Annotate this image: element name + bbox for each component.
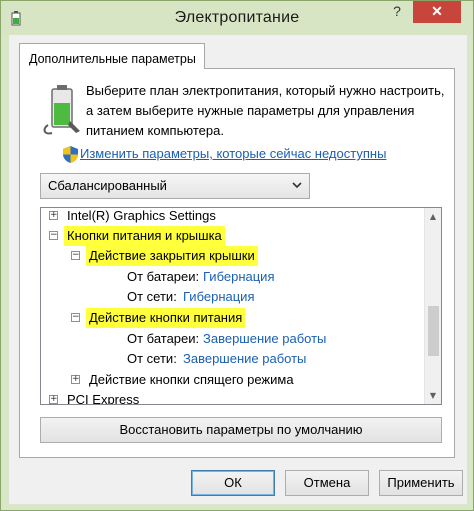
tree-node-lid-close-action[interactable]: − Действие закрытия крышки — [71, 246, 371, 266]
settings-tree-content: + Intel(R) Graphics Settings − Кнопки пи… — [41, 208, 425, 404]
scroll-thumb[interactable] — [428, 306, 439, 356]
tree-node-pci-express[interactable]: + PCI Express — [49, 390, 349, 404]
scroll-down-arrow-icon[interactable]: ▼ — [425, 387, 441, 404]
tree-node-power-button-action[interactable]: − Действие кнопки питания — [71, 308, 371, 328]
close-button[interactable]: ✕ — [413, 1, 461, 23]
power-battery-icon — [43, 85, 80, 135]
lid-plugged-in-value[interactable]: Гибернация — [183, 287, 255, 307]
tree-node-label: PCI Express — [67, 392, 140, 404]
collapse-icon[interactable]: − — [71, 251, 80, 260]
restore-defaults-button[interactable]: Восстановить параметры по умолчанию — [40, 417, 442, 443]
power-options-window: Электропитание ? ✕ Дополнительные параме… — [0, 0, 474, 511]
power-plan-select[interactable]: Сбалансированный — [40, 173, 310, 199]
tree-node-label: Действие закрытия крышки — [86, 246, 258, 266]
pb-plugged-in-value[interactable]: Завершение работы — [183, 349, 306, 369]
tree-node-label: Действие кнопки питания — [86, 308, 246, 328]
ok-button[interactable]: ОК — [191, 470, 275, 496]
tree-node-label: Intel(R) Graphics Settings — [67, 208, 216, 223]
power-plan-value: Сбалансированный — [48, 178, 167, 193]
setting-label: От сети: — [127, 289, 177, 304]
tab-panel: Выберите план электропитания, который ну… — [19, 68, 455, 458]
tree-node-pb-plugged-in[interactable]: От сети: Завершение работы — [127, 349, 417, 369]
cancel-button[interactable]: Отмена — [285, 470, 369, 496]
expand-icon[interactable]: + — [71, 375, 80, 384]
dialog-client-area: Дополнительные параметры Выберите план э… — [9, 35, 467, 504]
title-bar[interactable]: Электропитание ? ✕ — [1, 1, 473, 35]
tree-node-label: Действие кнопки спящего режима — [89, 372, 294, 387]
setting-label: От батареи: — [127, 269, 200, 284]
tree-node-intel-graphics[interactable]: + Intel(R) Graphics Settings — [49, 208, 349, 226]
tree-node-power-buttons-lid[interactable]: − Кнопки питания и крышка — [49, 226, 349, 246]
description-text: Выберите план электропитания, который ну… — [86, 83, 445, 138]
collapse-icon[interactable]: − — [71, 313, 80, 322]
tree-node-pb-on-battery[interactable]: От батареи: Завершение работы — [127, 329, 417, 349]
settings-tree[interactable]: + Intel(R) Graphics Settings − Кнопки пи… — [40, 207, 442, 405]
change-unavailable-settings-link[interactable]: Изменить параметры, которые сейчас недос… — [80, 146, 386, 161]
tree-node-lid-plugged-in[interactable]: От сети: Гибернация — [127, 287, 417, 307]
expand-icon[interactable]: + — [49, 395, 58, 404]
lid-on-battery-value[interactable]: Гибернация — [203, 267, 275, 287]
tree-node-lid-on-battery[interactable]: От батареи: Гибернация — [127, 267, 417, 287]
tree-node-sleep-button-action[interactable]: + Действие кнопки спящего режима — [71, 370, 401, 390]
setting-label: От батареи: — [127, 331, 200, 346]
tree-node-label: Кнопки питания и крышка — [64, 226, 225, 246]
tab-advanced-settings[interactable]: Дополнительные параметры — [19, 43, 205, 69]
setting-label: От сети: — [127, 351, 177, 366]
scroll-up-arrow-icon[interactable]: ▲ — [425, 208, 441, 225]
tree-vertical-scrollbar[interactable]: ▲ ▼ — [424, 208, 441, 404]
help-button[interactable]: ? — [383, 1, 411, 23]
pb-on-battery-value[interactable]: Завершение работы — [203, 329, 326, 349]
apply-button[interactable]: Применить — [379, 470, 463, 496]
expand-icon[interactable]: + — [49, 211, 58, 220]
collapse-icon[interactable]: − — [49, 231, 58, 240]
chevron-down-icon — [292, 182, 302, 189]
uac-shield-icon — [63, 146, 78, 163]
